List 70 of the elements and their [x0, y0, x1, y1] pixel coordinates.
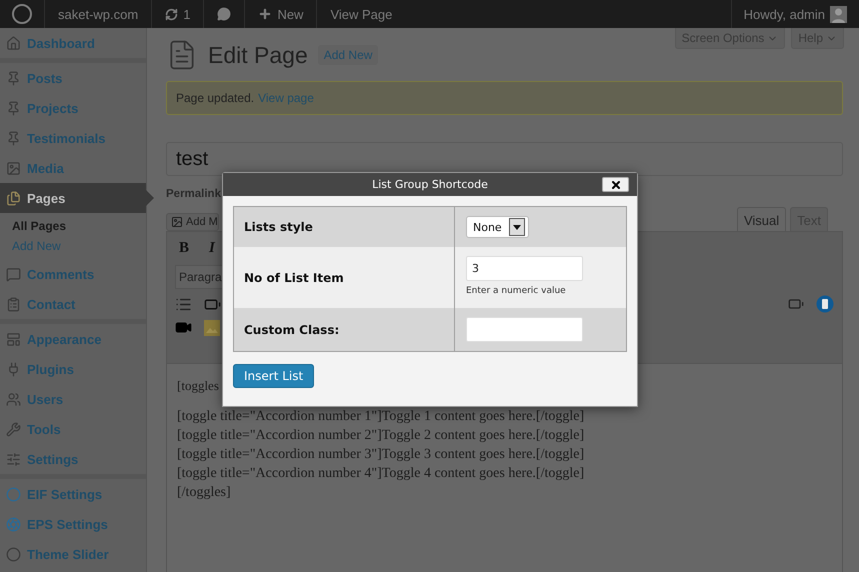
sidebar-item[interactable]: Comments: [0, 259, 146, 289]
pointer-triangle: [146, 190, 154, 206]
field-label: No of List Item: [244, 270, 345, 284]
page-title: Edit Page: [208, 42, 308, 68]
bold-button[interactable]: B: [175, 238, 194, 259]
insert-list-button[interactable]: Insert List: [233, 364, 314, 388]
image-icon: [171, 216, 183, 228]
close-button[interactable]: [602, 177, 629, 192]
wrench-icon: [6, 422, 21, 436]
sidebar-item[interactable]: Posts: [0, 63, 146, 93]
sidebar-item[interactable]: EPS Settings: [0, 509, 146, 539]
editor-text-line: [toggle title="Accordion number 1"]Toggle 1 content goes here.[/toggle]: [177, 408, 584, 426]
select-value: None: [473, 220, 502, 234]
pin-icon: [6, 70, 21, 86]
text-field[interactable]: 3: [466, 256, 583, 281]
view-page-link[interactable]: View Page: [317, 0, 406, 28]
image-icon: [204, 320, 220, 336]
home-icon: [6, 36, 21, 50]
sidebar-item[interactable]: Projects: [0, 93, 146, 123]
avatar-icon: [830, 6, 847, 22]
permalink-label: Permalink: [166, 188, 221, 200]
add-new-link[interactable]: Add New: [318, 45, 378, 65]
form-icon: [6, 296, 21, 312]
updates-link[interactable]: 1: [152, 0, 204, 28]
pages-icon: [6, 190, 21, 206]
editor-text-line: [toggle title="Accordion number 4"]Toggle 4 content goes here.[/toggle]: [177, 465, 584, 483]
circle-icon: [816, 295, 834, 313]
sidebar-item[interactable]: Contact: [0, 289, 146, 319]
text-field[interactable]: [466, 317, 583, 342]
sidebar-item[interactable]: Tools: [0, 414, 146, 444]
aperture-icon: [6, 516, 21, 532]
add-media-button[interactable]: Add M: [166, 213, 219, 231]
close-icon: [610, 178, 622, 190]
dialog-title: List Group Shortcode: [372, 178, 488, 191]
editor-tab[interactable]: Visual: [736, 207, 786, 231]
sidebar-item[interactable]: Users: [0, 384, 146, 414]
editor-text-line: [toggles: [177, 377, 219, 395]
layout-icon: [6, 332, 21, 346]
users-icon: [6, 392, 21, 406]
submenu-item[interactable]: Add New: [0, 236, 146, 256]
pin-icon: [6, 100, 21, 116]
speech-bubble-icon: [6, 266, 21, 282]
sidebar-item[interactable]: Dashboard: [0, 28, 146, 58]
sliders-icon: [6, 452, 21, 466]
field-label: Lists style: [244, 220, 314, 234]
editor-text-line: [toggle title="Accordion number 2"]Toggle 2 content goes here.[/toggle]: [177, 427, 584, 445]
style-select[interactable]: None: [466, 216, 529, 238]
pin-icon: [6, 130, 21, 146]
sidebar-item[interactable]: Theme Slider: [0, 539, 146, 569]
refresh-icon: [165, 8, 178, 20]
sidebar-item[interactable]: Media: [0, 153, 146, 183]
plug-icon: [6, 362, 21, 376]
circle-icon: [6, 546, 21, 562]
submenu-item[interactable]: All Pages: [0, 216, 146, 236]
sidebar-item[interactable]: Testimonials: [0, 123, 146, 153]
editor-text-line: [/toggles]: [177, 484, 231, 502]
sidebar-item[interactable]: Plugins: [0, 354, 146, 384]
view-page-link[interactable]: View page: [258, 91, 314, 105]
sidebar-item[interactable]: Appearance: [0, 324, 146, 354]
field-hint: Enter a numeric value: [466, 286, 567, 296]
notice-message: Page updated. View page: [166, 81, 843, 115]
field-label: Custom Class:: [244, 322, 340, 336]
sidebar-item[interactable]: EIF Settings: [0, 479, 146, 509]
new-link[interactable]: New: [245, 0, 318, 28]
circle-icon: [6, 486, 21, 502]
plus-icon: [258, 7, 272, 21]
sidebar-item[interactable]: Pages: [0, 183, 146, 213]
editor-text-line: [toggle title="Accordion number 3"]Toggle 3 content goes here.[/toggle]: [177, 446, 584, 464]
sidebar-item[interactable]: Settings: [0, 444, 146, 474]
italic-button[interactable]: I: [205, 238, 219, 259]
